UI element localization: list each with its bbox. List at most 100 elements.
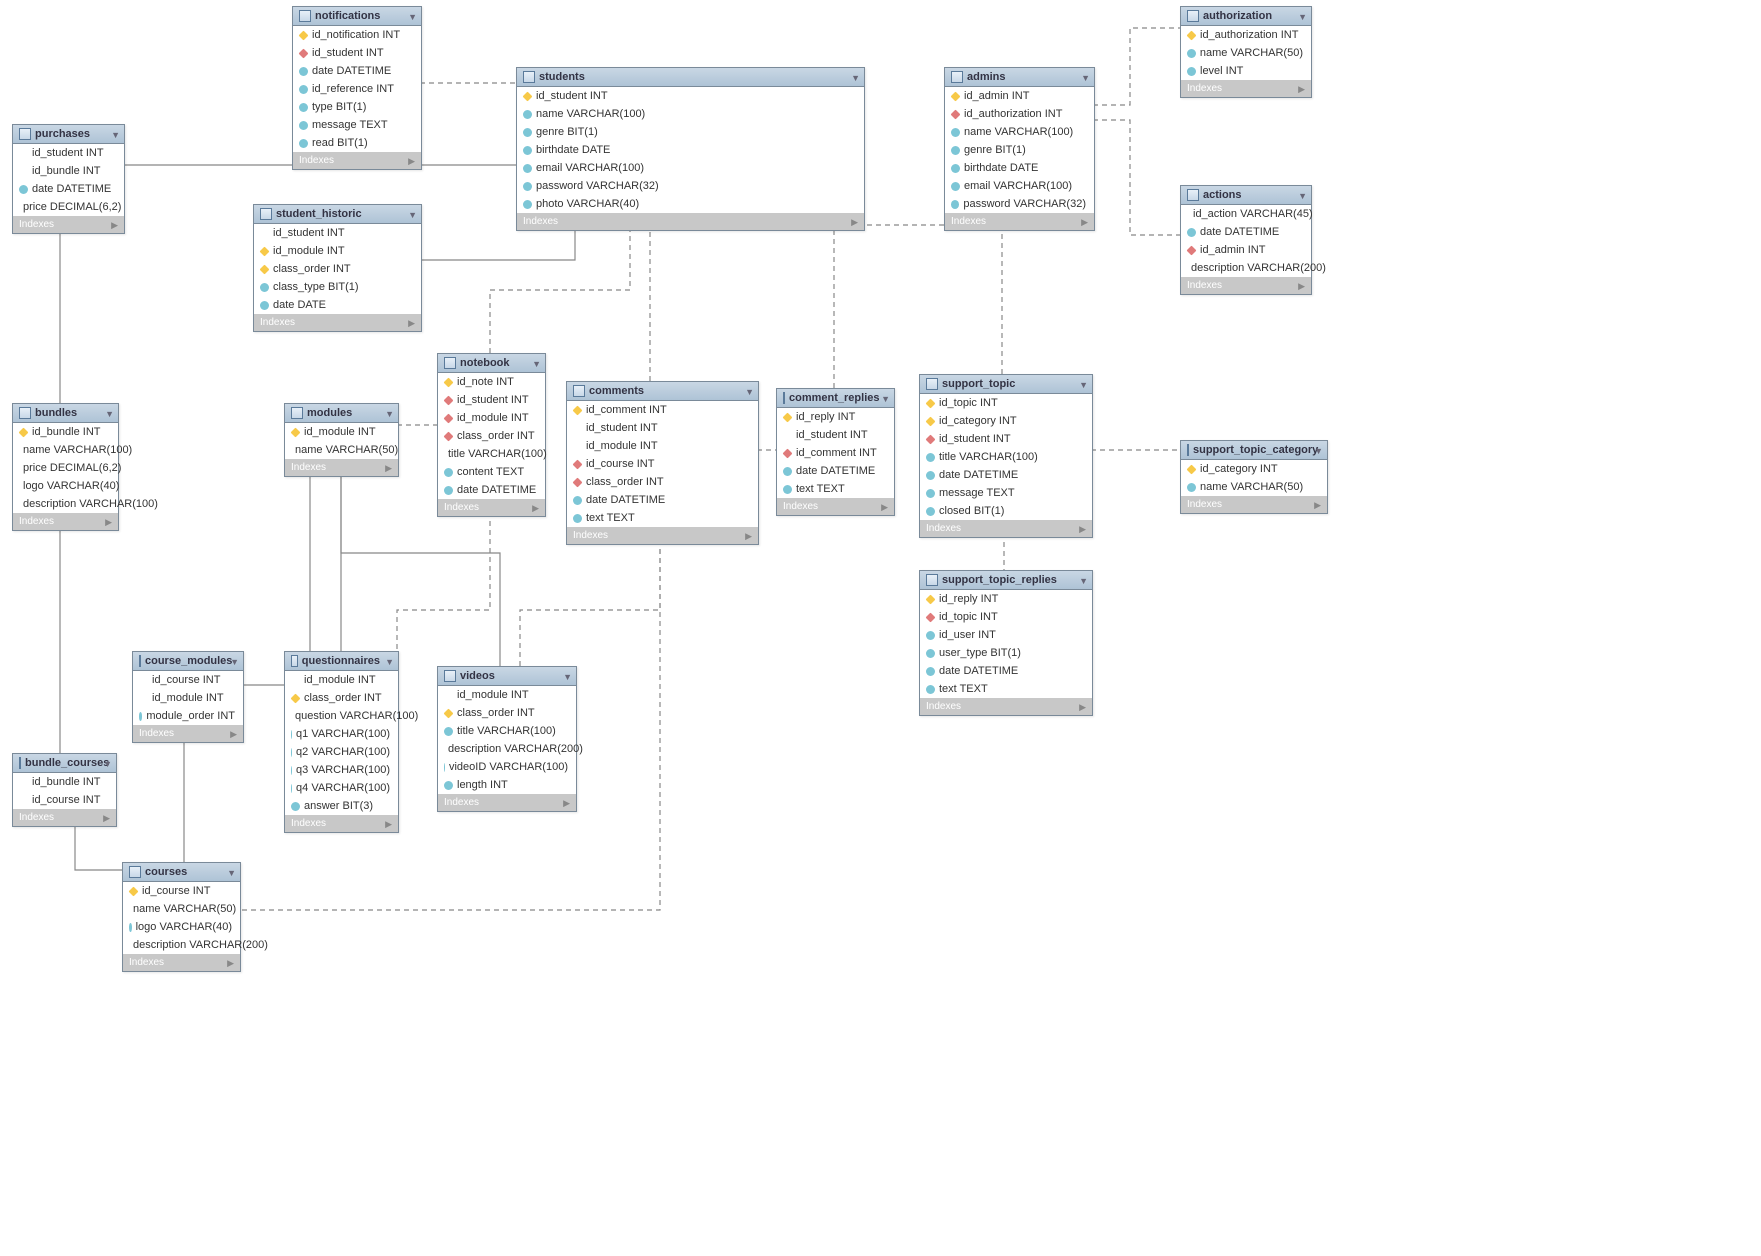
column-row[interactable]: length INT (438, 776, 576, 794)
table-header[interactable]: purchases▼ (13, 125, 124, 144)
column-row[interactable]: closed BIT(1) (920, 502, 1092, 520)
expand-icon[interactable]: ▶ (1298, 84, 1305, 95)
column-row[interactable]: message TEXT (920, 484, 1092, 502)
column-row[interactable]: text TEXT (777, 480, 894, 498)
table-courses[interactable]: courses▼id_course INTname VARCHAR(50)log… (122, 862, 241, 972)
column-row[interactable]: id_student INT (567, 419, 758, 437)
indexes-section[interactable]: Indexes▶ (285, 459, 398, 476)
table-header[interactable]: bundle_courses▼ (13, 754, 116, 773)
column-row[interactable]: class_order INT (285, 689, 398, 707)
table-header[interactable]: comment_replies▼ (777, 389, 894, 408)
column-row[interactable]: id_authorization INT (1181, 26, 1311, 44)
expand-icon[interactable]: ▶ (408, 156, 415, 167)
column-row[interactable]: id_reply INT (777, 408, 894, 426)
table-header[interactable]: student_historic▼ (254, 205, 421, 224)
column-row[interactable]: id_student INT (254, 224, 421, 242)
column-row[interactable]: class_order INT (567, 473, 758, 491)
table-header[interactable]: modules▼ (285, 404, 398, 423)
column-row[interactable]: id_student INT (13, 144, 124, 162)
table-header[interactable]: support_topic_replies▼ (920, 571, 1092, 590)
table-modules[interactable]: modules▼id_module INTname VARCHAR(50)Ind… (284, 403, 399, 477)
indexes-section[interactable]: Indexes▶ (438, 499, 545, 516)
column-row[interactable]: id_module INT (438, 686, 576, 704)
column-row[interactable]: id_authorization INT (945, 105, 1094, 123)
table-bundles[interactable]: bundles▼id_bundle INTname VARCHAR(100)pr… (12, 403, 119, 531)
collapse-icon[interactable]: ▼ (385, 409, 394, 419)
column-row[interactable]: id_reply INT (920, 590, 1092, 608)
column-row[interactable]: id_student INT (438, 391, 545, 409)
column-row[interactable]: id_module INT (285, 671, 398, 689)
table-header[interactable]: videos▼ (438, 667, 576, 686)
table-header[interactable]: questionnaires▼ (285, 652, 398, 671)
collapse-icon[interactable]: ▼ (1079, 576, 1088, 586)
column-row[interactable]: password VARCHAR(32) (517, 177, 864, 195)
table-header[interactable]: support_topic_category▼ (1181, 441, 1327, 460)
indexes-section[interactable]: Indexes▶ (920, 698, 1092, 715)
indexes-section[interactable]: Indexes▶ (13, 809, 116, 826)
column-row[interactable]: type BIT(1) (293, 98, 421, 116)
column-row[interactable]: id_user INT (920, 626, 1092, 644)
table-support_topic_replies[interactable]: support_topic_replies▼id_reply INTid_top… (919, 570, 1093, 716)
indexes-section[interactable]: Indexes▶ (517, 213, 864, 230)
collapse-icon[interactable]: ▼ (1298, 12, 1307, 22)
column-row[interactable]: id_student INT (777, 426, 894, 444)
indexes-section[interactable]: Indexes▶ (133, 725, 243, 742)
column-row[interactable]: id_note INT (438, 373, 545, 391)
table-admins[interactable]: admins▼id_admin INTid_authorization INTn… (944, 67, 1095, 231)
column-row[interactable]: email VARCHAR(100) (945, 177, 1094, 195)
column-row[interactable]: date DATETIME (920, 466, 1092, 484)
column-row[interactable]: class_order INT (438, 427, 545, 445)
expand-icon[interactable]: ▶ (227, 958, 234, 969)
indexes-section[interactable]: Indexes▶ (13, 216, 124, 233)
expand-icon[interactable]: ▶ (408, 318, 415, 329)
expand-icon[interactable]: ▶ (1314, 500, 1321, 511)
indexes-section[interactable]: Indexes▶ (1181, 80, 1311, 97)
column-row[interactable]: id_admin INT (945, 87, 1094, 105)
table-header[interactable]: admins▼ (945, 68, 1094, 87)
column-row[interactable]: id_bundle INT (13, 162, 124, 180)
table-header[interactable]: support_topic▼ (920, 375, 1092, 394)
indexes-section[interactable]: Indexes▶ (254, 314, 421, 331)
column-row[interactable]: id_admin INT (1181, 241, 1311, 259)
column-row[interactable]: date DATETIME (13, 180, 124, 198)
table-support_topic[interactable]: support_topic▼id_topic INTid_category IN… (919, 374, 1093, 538)
column-row[interactable]: date DATETIME (567, 491, 758, 509)
indexes-section[interactable]: Indexes▶ (285, 815, 398, 832)
column-row[interactable]: date DATETIME (920, 662, 1092, 680)
collapse-icon[interactable]: ▼ (851, 73, 860, 83)
column-row[interactable]: price DECIMAL(6,2) (13, 198, 124, 216)
expand-icon[interactable]: ▶ (230, 729, 237, 740)
column-row[interactable]: id_topic INT (920, 394, 1092, 412)
column-row[interactable]: title VARCHAR(100) (438, 722, 576, 740)
column-row[interactable]: password VARCHAR(32) (945, 195, 1094, 213)
expand-icon[interactable]: ▶ (1081, 217, 1088, 228)
column-row[interactable]: message TEXT (293, 116, 421, 134)
table-header[interactable]: courses▼ (123, 863, 240, 882)
column-row[interactable]: id_student INT (517, 87, 864, 105)
collapse-icon[interactable]: ▼ (1314, 446, 1323, 456)
column-row[interactable]: name VARCHAR(50) (1181, 478, 1327, 496)
expand-icon[interactable]: ▶ (385, 819, 392, 830)
table-support_topic_category[interactable]: support_topic_category▼id_category INTna… (1180, 440, 1328, 514)
column-row[interactable]: date DATETIME (438, 481, 545, 499)
column-row[interactable]: name VARCHAR(50) (123, 900, 240, 918)
collapse-icon[interactable]: ▼ (103, 759, 112, 769)
column-row[interactable]: date DATETIME (293, 62, 421, 80)
column-row[interactable]: class_order INT (438, 704, 576, 722)
column-row[interactable]: birthdate DATE (945, 159, 1094, 177)
table-comment_replies[interactable]: comment_replies▼id_reply INTid_student I… (776, 388, 895, 516)
expand-icon[interactable]: ▶ (532, 503, 539, 514)
indexes-section[interactable]: Indexes▶ (945, 213, 1094, 230)
column-row[interactable]: birthdate DATE (517, 141, 864, 159)
table-header[interactable]: authorization▼ (1181, 7, 1311, 26)
column-row[interactable]: logo VARCHAR(40) (123, 918, 240, 936)
column-row[interactable]: id_course INT (567, 455, 758, 473)
column-row[interactable]: genre BIT(1) (517, 123, 864, 141)
expand-icon[interactable]: ▶ (385, 463, 392, 474)
column-row[interactable]: id_course INT (123, 882, 240, 900)
table-header[interactable]: notifications▼ (293, 7, 421, 26)
collapse-icon[interactable]: ▼ (881, 394, 890, 404)
table-actions[interactable]: actions▼id_action VARCHAR(45)date DATETI… (1180, 185, 1312, 295)
column-row[interactable]: user_type BIT(1) (920, 644, 1092, 662)
indexes-section[interactable]: Indexes▶ (920, 520, 1092, 537)
